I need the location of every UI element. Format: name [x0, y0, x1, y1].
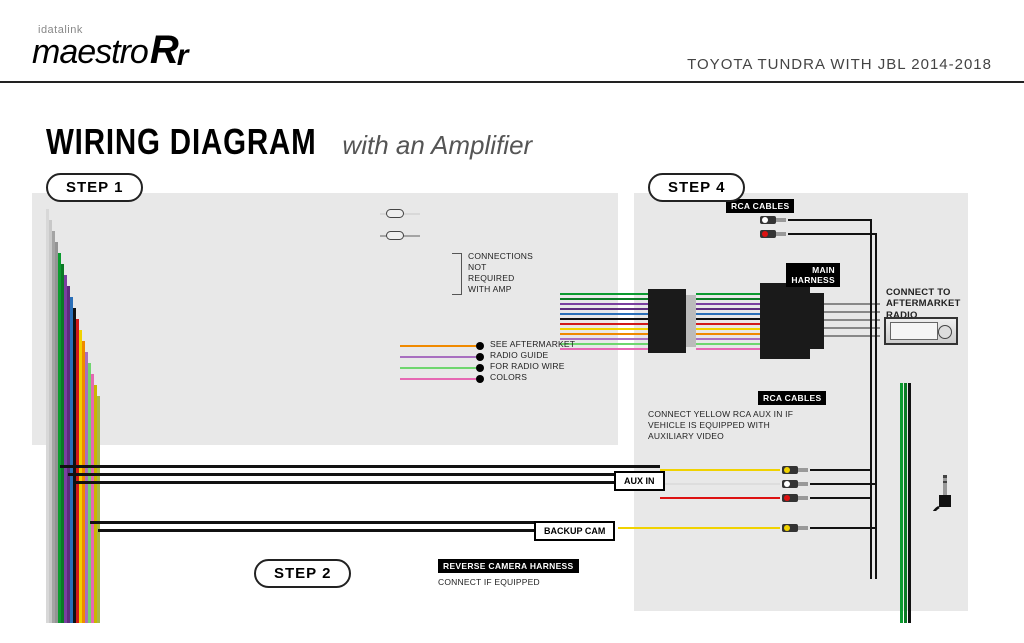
harness-wire — [824, 303, 880, 305]
aux-wire — [60, 465, 660, 468]
bracket-icon — [452, 253, 462, 295]
harness-plug-b — [686, 295, 696, 347]
harness-wire — [824, 327, 880, 329]
harness-plug-a — [648, 289, 686, 353]
page-header: idatalink maestro Rr TOYOTA TUNDRA WITH … — [0, 0, 1024, 83]
harness-wire — [824, 311, 880, 313]
aux-note: CONNECT YELLOW RCA AUX IN IF VEHICLE IS … — [648, 409, 798, 442]
rca-aux-lead — [810, 497, 870, 499]
wire-end-dot — [476, 353, 484, 361]
aftermarket-note: SEE AFTERMARKET RADIO GUIDE FOR RADIO WI… — [490, 339, 575, 383]
rca-lead-1 — [788, 219, 870, 221]
vbus-1 — [870, 219, 872, 579]
aux-yellow-wire — [660, 469, 780, 471]
step1-badge: STEP 1 — [46, 173, 143, 202]
connect-if-label: CONNECT IF EQUIPPED — [438, 577, 540, 588]
aux-in-box: AUX IN — [614, 471, 665, 491]
data-bus-stripe — [904, 383, 907, 623]
wire-vertical — [97, 396, 100, 623]
diagram-canvas: STEP 1 STEP 4 STEP 2 LF RCA INPUTWHITEWH… — [0, 163, 1024, 643]
aux-white-wire — [660, 483, 780, 485]
step2-badge: STEP 2 — [254, 559, 351, 588]
brand-tag: idatalink — [38, 24, 83, 36]
vehicle-model: TOYOTA TUNDRA WITH JBL 2014-2018 — [687, 56, 992, 73]
aux-wire — [68, 473, 660, 476]
rca-aux-lead — [810, 469, 870, 471]
rca-lead-2 — [788, 233, 875, 235]
backup-cam-box: BACKUP CAM — [534, 521, 615, 541]
vbus-2 — [875, 233, 877, 579]
aux-jack-icon — [924, 471, 964, 516]
rca-yellow-icon — [782, 465, 810, 475]
rca-input-icon — [386, 209, 404, 218]
rca-white-icon — [782, 479, 810, 489]
rca-cables-label-2: RCA CABLES — [758, 391, 826, 405]
rca-aux-lead — [810, 483, 875, 485]
rca-red-icon — [782, 493, 810, 503]
backup-wire — [90, 521, 550, 524]
main-harness-label: MAINHARNESS — [786, 263, 840, 287]
rca-yellow-icon — [782, 523, 810, 533]
rca-white-icon — [760, 215, 788, 225]
wire-end-dot — [476, 364, 484, 372]
wire-end-dot — [476, 375, 484, 383]
step4-badge: STEP 4 — [648, 173, 745, 202]
aux-red-wire — [660, 497, 780, 499]
rca-red-icon — [760, 229, 788, 239]
harness-tab — [810, 293, 824, 349]
wire-end-dot — [476, 342, 484, 350]
backup-yellow-wire — [618, 527, 780, 529]
diagram-title: WIRING DIAGRAM with an Amplifier — [0, 83, 1024, 163]
harness-block — [760, 283, 810, 359]
data-bus-stripe — [908, 383, 911, 623]
harness-wire — [824, 335, 880, 337]
title-sub: with an Amplifier — [342, 130, 532, 160]
brand-logo: idatalink maestro Rr — [32, 28, 186, 73]
title-main: WIRING DIAGRAM — [46, 121, 317, 163]
harness-wire — [824, 319, 880, 321]
aux-wire — [76, 481, 660, 484]
rca-input-icon — [386, 231, 404, 240]
step1-panel — [32, 193, 618, 445]
rca-backup-lead — [810, 527, 875, 529]
rca-cables-label-1: RCA CABLES — [726, 199, 794, 213]
brand-main: maestro — [32, 33, 148, 72]
reverse-harness-label: REVERSE CAMERA HARNESS — [438, 559, 579, 573]
radio-unit-icon — [884, 317, 958, 345]
conn-note: CONNECTIONS NOT REQUIRED WITH AMP — [468, 251, 533, 295]
data-bus-stripe — [900, 383, 903, 623]
brand-suffix: Rr — [150, 28, 187, 73]
backup-wire — [98, 529, 550, 532]
